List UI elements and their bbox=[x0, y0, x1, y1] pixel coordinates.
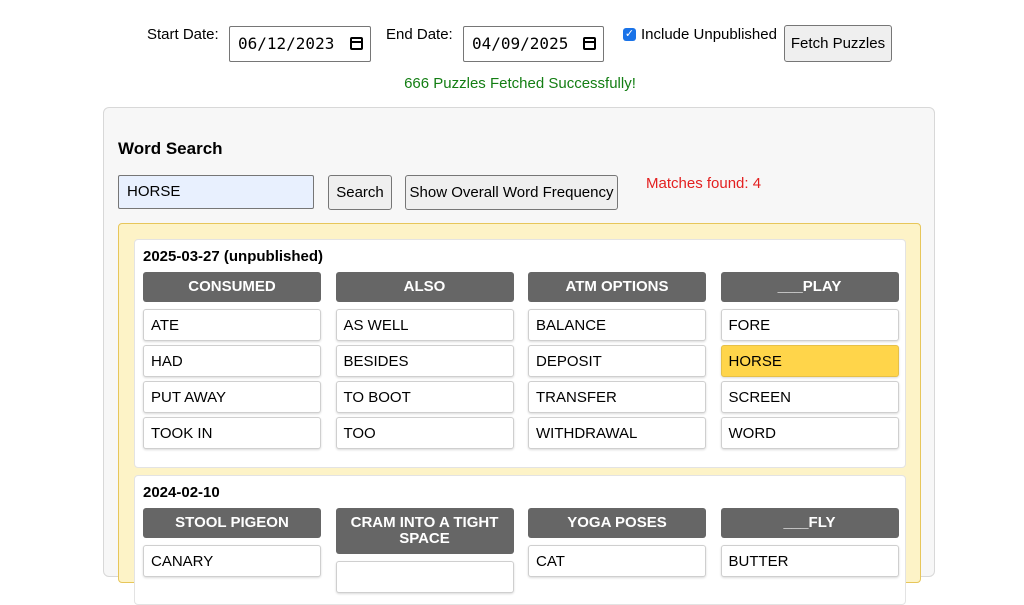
category-header: ATM OPTIONS bbox=[528, 272, 706, 302]
word-tile: HAD bbox=[143, 345, 321, 377]
word-tile: WORD bbox=[720, 417, 899, 449]
word-search-panel: Word Search HORSE Search Show Overall Wo… bbox=[103, 107, 935, 605]
group-column: ALSO AS WELL BESIDES TO BOOT TOO bbox=[335, 272, 514, 449]
category-header: CRAM INTO A TIGHT SPACE bbox=[335, 508, 514, 554]
word-tile: TOOK IN bbox=[143, 417, 321, 449]
word-tile: CAT bbox=[528, 545, 706, 577]
word-tile: TOO bbox=[335, 417, 514, 449]
category-header: YOGA POSES bbox=[528, 508, 706, 538]
puzzle-date: 2025-03-27 (unpublished) bbox=[143, 248, 324, 265]
word-tile bbox=[335, 561, 514, 593]
end-date-label: End Date: bbox=[386, 26, 453, 43]
puzzle-card: 2025-03-27 (unpublished) CONSUMED ATE HA… bbox=[134, 239, 906, 468]
category-header: STOOL PIGEON bbox=[143, 508, 321, 538]
word-search-input[interactable]: HORSE bbox=[118, 175, 314, 209]
category-header: CONSUMED bbox=[143, 272, 321, 302]
end-date-value: 04/09/2025 bbox=[472, 34, 569, 53]
group-column: ___FLY BUTTER bbox=[720, 508, 899, 593]
show-word-frequency-button[interactable]: Show Overall Word Frequency bbox=[405, 175, 618, 210]
word-tile: CANARY bbox=[143, 545, 321, 577]
puzzle-groups: STOOL PIGEON CANARY CRAM INTO A TIGHT SP… bbox=[143, 508, 899, 593]
group-column: YOGA POSES CAT bbox=[528, 508, 706, 593]
puzzle-date: 2024-02-10 bbox=[143, 484, 220, 501]
word-search-title: Word Search bbox=[118, 139, 223, 158]
end-date-input[interactable]: 04/09/2025 bbox=[463, 26, 604, 62]
calendar-icon[interactable] bbox=[583, 37, 596, 50]
word-tile: TRANSFER bbox=[528, 381, 706, 413]
group-column: CONSUMED ATE HAD PUT AWAY TOOK IN bbox=[143, 272, 321, 449]
start-date-input[interactable]: 06/12/2023 bbox=[229, 26, 371, 62]
puzzle-card: 2024-02-10 STOOL PIGEON CANARY CRAM INTO… bbox=[134, 475, 906, 605]
search-button[interactable]: Search bbox=[328, 175, 392, 210]
word-tile: WITHDRAWAL bbox=[528, 417, 706, 449]
word-tile: DEPOSIT bbox=[528, 345, 706, 377]
category-header: ALSO bbox=[335, 272, 514, 302]
word-tile: BUTTER bbox=[720, 545, 899, 577]
group-column: STOOL PIGEON CANARY bbox=[143, 508, 321, 593]
fetch-status-message: 666 Puzzles Fetched Successfully! bbox=[404, 75, 636, 92]
word-tile: TO BOOT bbox=[335, 381, 514, 413]
fetch-puzzles-button[interactable]: Fetch Puzzles bbox=[784, 25, 892, 62]
group-column: CRAM INTO A TIGHT SPACE bbox=[335, 508, 514, 593]
word-tile: ATE bbox=[143, 309, 321, 341]
fetch-controls: Start Date: 06/12/2023 End Date: 04/09/2… bbox=[0, 0, 1024, 80]
search-results: 2025-03-27 (unpublished) CONSUMED ATE HA… bbox=[118, 223, 921, 605]
word-tile-highlighted: HORSE bbox=[720, 345, 899, 377]
word-tile: PUT AWAY bbox=[143, 381, 321, 413]
group-column: ATM OPTIONS BALANCE DEPOSIT TRANSFER WIT… bbox=[528, 272, 706, 449]
puzzle-groups: CONSUMED ATE HAD PUT AWAY TOOK IN ALSO A… bbox=[143, 272, 899, 449]
start-date-label: Start Date: bbox=[147, 26, 219, 43]
word-tile: BESIDES bbox=[335, 345, 514, 377]
include-unpublished-label: Include Unpublished bbox=[641, 26, 777, 43]
word-tile: BALANCE bbox=[528, 309, 706, 341]
category-header: ___PLAY bbox=[720, 272, 899, 302]
start-date-value: 06/12/2023 bbox=[238, 34, 335, 53]
group-column: ___PLAY FORE HORSE SCREEN WORD bbox=[720, 272, 899, 449]
category-header: ___FLY bbox=[720, 508, 899, 538]
word-tile: AS WELL bbox=[335, 309, 514, 341]
matches-found-count: Matches found: 4 bbox=[646, 175, 762, 192]
word-tile: SCREEN bbox=[720, 381, 899, 413]
calendar-icon[interactable] bbox=[350, 37, 363, 50]
include-unpublished-checkbox[interactable]: ✓ bbox=[623, 28, 636, 41]
word-tile: FORE bbox=[720, 309, 899, 341]
